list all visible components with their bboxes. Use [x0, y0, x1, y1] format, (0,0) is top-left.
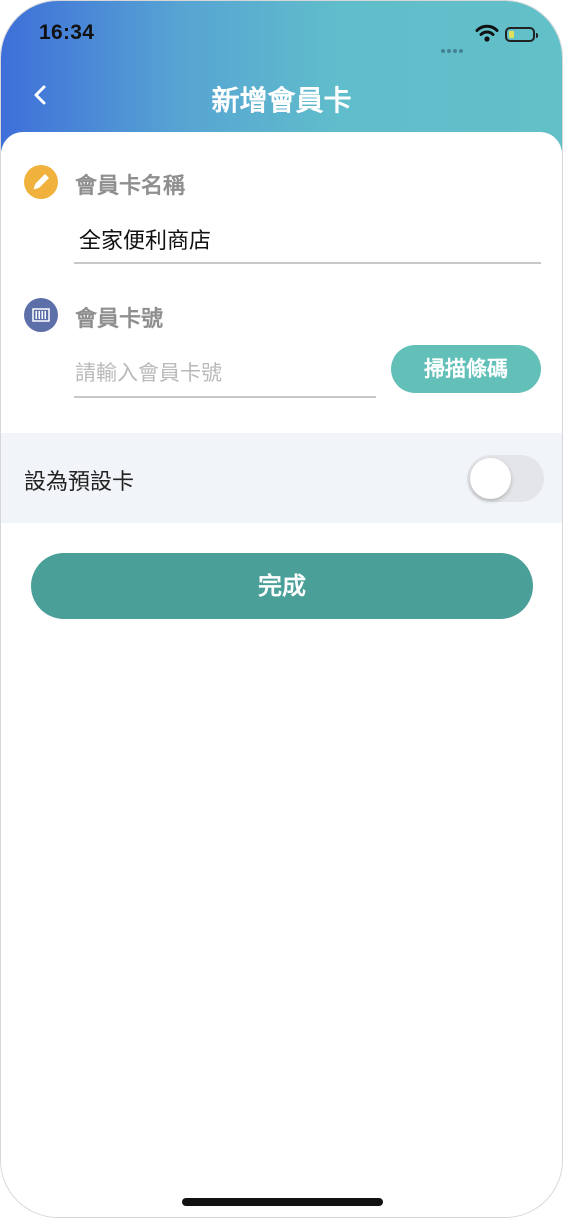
phone-screen: 16:34 新增會員卡 會員卡名稱 全家便利商店 會員卡號 請輸入會員卡號 掃描… — [0, 0, 563, 1218]
card-number-input[interactable]: 請輸入會員卡號 — [75, 357, 222, 387]
home-indicator[interactable] — [182, 1198, 383, 1206]
card-number-underline — [74, 396, 376, 398]
app-header: 16:34 新增會員卡 — [1, 1, 562, 151]
scan-barcode-button[interactable]: 掃描條碼 — [391, 345, 541, 393]
done-button[interactable]: 完成 — [31, 553, 533, 619]
page-title: 新增會員卡 — [211, 84, 352, 117]
card-name-input[interactable]: 全家便利商店 — [79, 223, 211, 255]
card-name-label: 會員卡名稱 — [75, 174, 186, 199]
card-name-underline — [74, 262, 541, 264]
form-card: 會員卡名稱 全家便利商店 會員卡號 請輸入會員卡號 掃描條碼 設為預設卡 完成 — [1, 132, 562, 1217]
card-number-label: 會員卡號 — [75, 307, 164, 332]
status-bar: 16:34 — [1, 1, 562, 61]
barcode-icon — [24, 298, 58, 332]
default-card-label: 設為預設卡 — [24, 470, 135, 495]
toggle-knob — [470, 458, 511, 499]
cellular-signal-icon — [441, 38, 465, 57]
default-card-toggle[interactable] — [467, 455, 544, 502]
default-card-row: 設為預設卡 — [1, 433, 562, 523]
status-time: 16:34 — [39, 21, 95, 44]
pencil-icon — [24, 165, 58, 199]
battery-icon — [505, 27, 538, 42]
wifi-icon — [475, 24, 499, 42]
